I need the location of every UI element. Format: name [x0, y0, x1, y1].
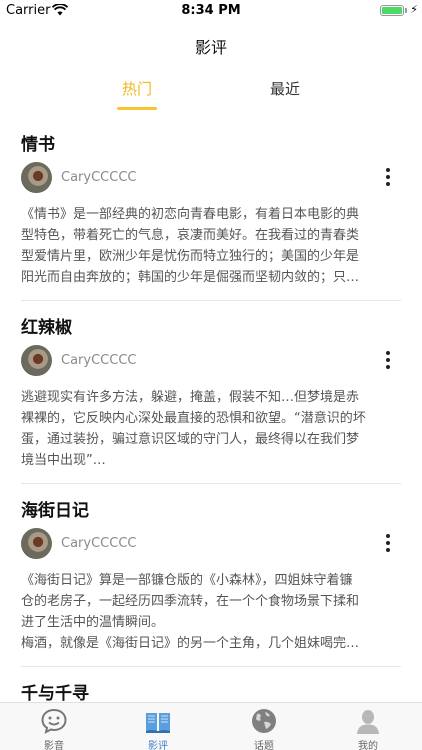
review-title: 红辣椒 [21, 318, 72, 338]
author-name[interactable]: CaryCCCCC [61, 536, 136, 551]
author-row: CaryCCCCC [21, 345, 401, 377]
excerpt-line: 《情书》是一部经典的初恋向青春电影，有着日本电影的典 [21, 207, 360, 222]
review-excerpt: 逃避现实有许多方法，躲避，掩盖，假装不知…但梦境是赤 裸裸的，它反映内心深处最直… [21, 387, 401, 471]
page-title: 影评 [194, 38, 227, 57]
excerpt-line: 境当中出现”… [21, 453, 106, 468]
review-title[interactable]: 千与千寻 [21, 679, 89, 702]
person-icon [357, 710, 379, 734]
clock: 8:34 PM [181, 3, 241, 18]
avatar[interactable] [21, 528, 52, 559]
avatar[interactable] [21, 345, 52, 376]
excerpt-line: 蛋，通过装扮，骗过意识区域的守门人，最终得以在我们梦 [21, 432, 360, 447]
divider [21, 666, 401, 667]
excerpt-line: 逃避现实有许多方法，躲避，掩盖，假装不知…但梦境是赤 [21, 390, 360, 405]
chat-bubble-icon [41, 708, 67, 734]
author-row: CaryCCCCC [21, 528, 401, 560]
excerpt-line: 阳光而自由奔放的；韩国的少年是倔强而坚韧内敛的；只… [21, 270, 360, 285]
excerpt-line: 型爱情片里，欧洲少年是忧伤而特立独行的；美国的少年是 [21, 249, 360, 264]
battery-icon [380, 5, 404, 16]
review-card[interactable]: 红辣椒 CaryCCCCC 逃避现实有许多方法，躲避，掩盖，假装不知…但梦境是赤… [0, 301, 422, 484]
review-list[interactable]: 情书 CaryCCCCC 《情书》是一部经典的初恋向青春电影，有着日本电影的典 … [0, 118, 422, 702]
review-excerpt: 《海街日记》算是一部镰仓版的《小森林》，四姐妹守着镰 仓的老房子，一起经历四季流… [21, 570, 401, 654]
tab-me[interactable]: 我的 [338, 707, 398, 750]
tab-label: 影音 [44, 741, 64, 750]
active-tab-indicator [117, 107, 157, 110]
review-title: 情书 [21, 135, 55, 155]
charging-icon: ⚡ [410, 3, 418, 16]
book-icon [146, 713, 170, 733]
tab-media[interactable]: 影音 [24, 707, 84, 750]
excerpt-line: 梅酒，就像是《海街日记》的另一个主角，几个姐妹喝完… [21, 636, 360, 651]
review-title: 海街日记 [21, 501, 89, 521]
excerpt-line: 仓的老房子，一起经历四季流转，在一个个食物场景下揉和 [21, 594, 360, 609]
more-options-button[interactable] [383, 351, 393, 371]
tab-bar: 影音 影评 话题 我的 [0, 702, 422, 750]
author-name[interactable]: CaryCCCCC [61, 170, 136, 185]
excerpt-line: 裸裸的，它反映内心深处最直接的恐惧和欲望。“潜意识的坏 [21, 411, 366, 426]
more-options-button[interactable] [383, 168, 393, 188]
tab-hot[interactable]: 热门 [97, 78, 177, 99]
author-row: CaryCCCCC [21, 162, 401, 194]
status-bar: Carrier 8:34 PM ⚡ [0, 0, 422, 22]
tab-recent[interactable]: 最近 [245, 78, 325, 99]
author-name[interactable]: CaryCCCCC [61, 353, 136, 368]
excerpt-line: 进了生活中的温情瞬间。 [21, 615, 165, 630]
tab-topics[interactable]: 话题 [234, 707, 294, 750]
excerpt-line: 《海街日记》算是一部镰仓版的《小森林》，四姐妹守着镰 [21, 573, 353, 588]
tab-reviews[interactable]: 影评 [128, 707, 188, 750]
avatar[interactable] [21, 162, 52, 193]
tab-label: 话题 [254, 741, 274, 750]
battery-cap [405, 8, 407, 13]
excerpt-line: 型特色，带着死亡的气息，哀凄而美好。在我看过的青春类 [21, 228, 360, 243]
globe-icon [252, 709, 276, 733]
review-excerpt: 《情书》是一部经典的初恋向青春电影，有着日本电影的典 型特色，带着死亡的气息，哀… [21, 204, 401, 288]
review-card[interactable]: 海街日记 CaryCCCCC 《海街日记》算是一部镰仓版的《小森林》，四姐妹守着… [0, 484, 422, 667]
segment-control: 热门 最近 [0, 78, 422, 112]
review-card[interactable]: 情书 CaryCCCCC 《情书》是一部经典的初恋向青春电影，有着日本电影的典 … [0, 118, 422, 301]
tab-label: 影评 [148, 741, 168, 750]
tab-label: 我的 [358, 741, 378, 750]
more-options-button[interactable] [383, 534, 393, 554]
